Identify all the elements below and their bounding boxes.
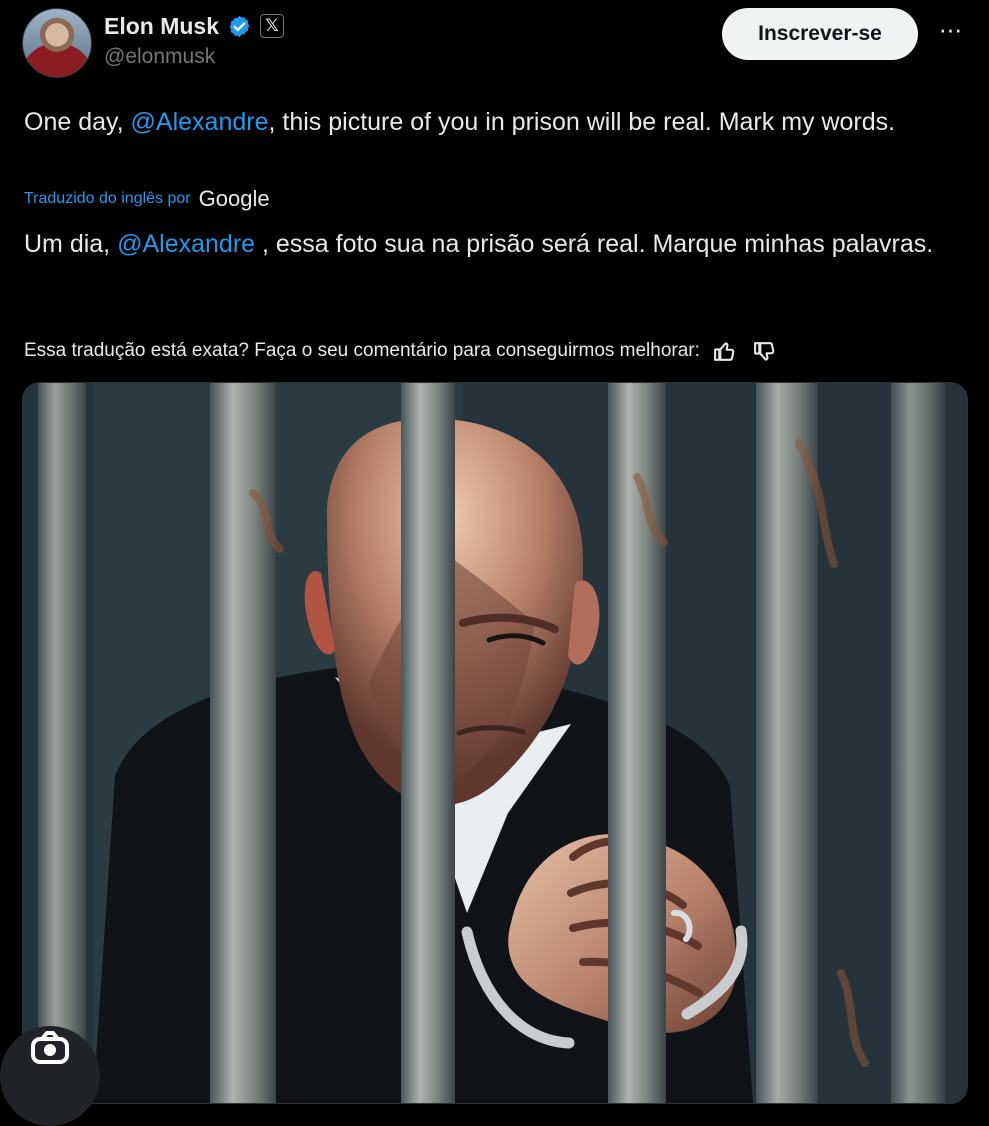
tweet-original-text: One day, @Alexandre, this picture of you… [24, 104, 959, 141]
google-logo: Google [198, 186, 270, 211]
tweet-text-prefix: One day, [24, 108, 131, 136]
subscribe-button[interactable]: Inscrever-se [722, 8, 918, 60]
translated-text-suffix: , essa foto sua na prisão será real. Mar… [255, 230, 934, 258]
cell-bar [401, 383, 455, 1103]
author-name[interactable]: Elon Musk [104, 13, 219, 40]
more-horizontal-icon[interactable]: ··· [930, 16, 970, 50]
avatar[interactable] [22, 8, 92, 78]
author-name-row: Elon Musk 𝕏 [104, 10, 285, 42]
author-handle[interactable]: @elonmusk [104, 45, 215, 69]
x-logo-icon: 𝕏 [260, 14, 285, 38]
verified-badge-icon [229, 15, 250, 37]
translation-feedback: Essa tradução está exata? Faça o seu com… [24, 336, 959, 366]
mention-link[interactable]: @Alexandre [131, 108, 269, 136]
translation-attribution: Traduzido do inglês por Google [24, 186, 270, 212]
cell-bar [608, 383, 666, 1103]
cell-bar [891, 383, 945, 1103]
thumbs-down-icon[interactable] [750, 336, 780, 366]
tweet-media-image[interactable] [22, 382, 968, 1104]
translated-mention-link[interactable]: @Alexandre [117, 230, 255, 258]
thumbs-up-icon[interactable] [710, 336, 740, 366]
feedback-prompt: Essa tradução está exata? Faça o seu com… [24, 340, 700, 361]
translated-text-prefix: Um dia, [24, 230, 118, 258]
cell-bar [38, 383, 86, 1103]
translation-label: Traduzido do inglês por [24, 190, 191, 207]
tweet-text-suffix: , this picture of you in prison will be … [268, 108, 896, 136]
lens-icon[interactable] [0, 1026, 100, 1126]
tweet-card: Elon Musk 𝕏 @elonmusk Inscrever-se ··· O… [0, 0, 989, 1126]
tweet-translated-text: Um dia, @Alexandre , essa foto sua na pr… [24, 226, 959, 263]
cell-bar [210, 383, 276, 1103]
cell-bar [756, 383, 818, 1103]
